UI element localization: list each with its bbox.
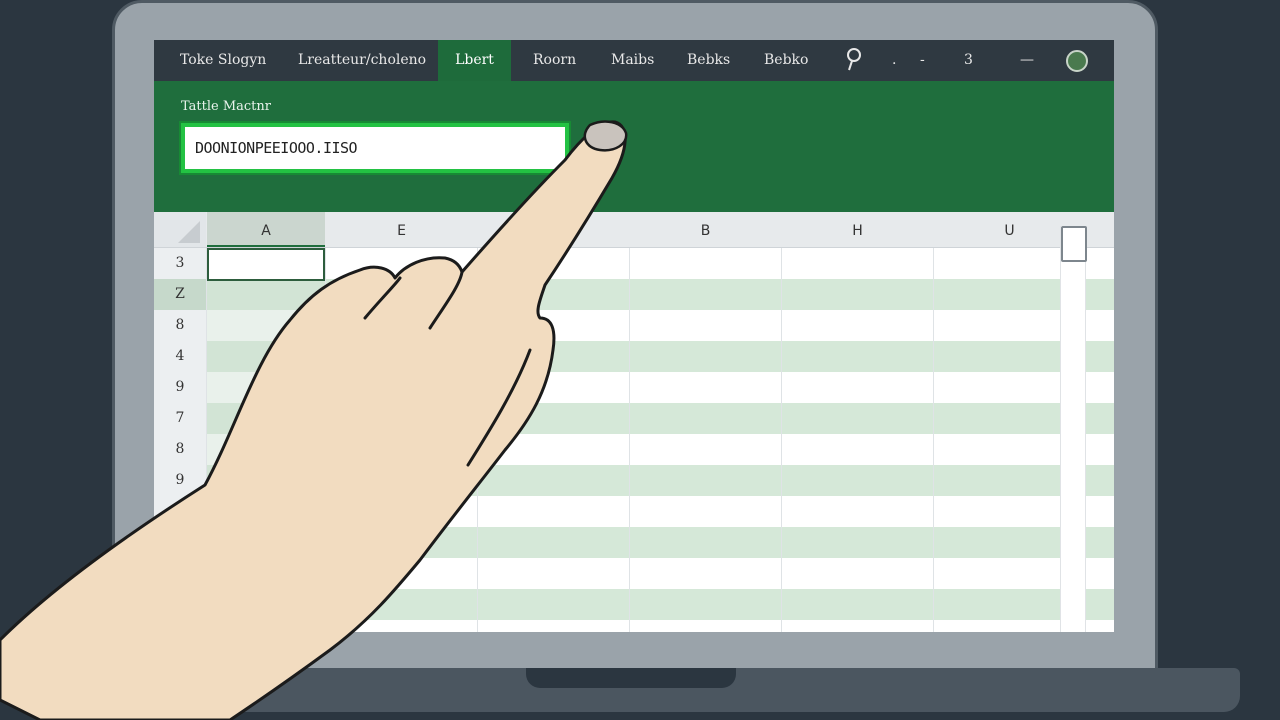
row-number[interactable]: 3 xyxy=(154,248,206,279)
nav-item-maibs[interactable]: Maibs xyxy=(611,40,654,81)
laptop-screen: Toke Slogyn Lreatteur/choleno Lbert Roor… xyxy=(154,40,1114,632)
top-navigation-bar: Toke Slogyn Lreatteur/choleno Lbert Roor… xyxy=(154,40,1114,81)
grid-line xyxy=(629,248,630,632)
nav-item-lbert[interactable]: Lbert xyxy=(438,40,511,81)
row-number[interactable] xyxy=(154,589,206,620)
ribbon-label: Tattle Mactnr xyxy=(181,99,271,114)
row-number[interactable]: 8 xyxy=(154,310,206,341)
nav-item-toke-slogyn[interactable]: Toke Slogyn xyxy=(180,40,266,81)
nav-item-bebks[interactable]: Bebks xyxy=(687,40,730,81)
collapse-control[interactable]: — xyxy=(1020,40,1034,81)
column-header-h[interactable]: H xyxy=(782,212,933,247)
row-number[interactable]: 4 xyxy=(154,341,206,372)
avatar[interactable] xyxy=(1066,50,1088,72)
row-number[interactable]: 7 xyxy=(154,403,206,434)
row-number[interactable] xyxy=(154,496,206,527)
grid-line xyxy=(933,248,934,632)
row-number[interactable]: Z xyxy=(154,279,206,310)
grid-line xyxy=(781,248,782,632)
selected-column-highlight xyxy=(207,281,325,596)
formula-input[interactable]: DOONIONPEEIOOO.IISO xyxy=(181,123,569,173)
search-icon[interactable] xyxy=(844,40,864,79)
column-header-e[interactable]: E xyxy=(326,212,477,247)
row-number[interactable] xyxy=(154,527,206,558)
column-header-row: A E B H U xyxy=(154,212,1114,248)
scrollbar-thumb[interactable] xyxy=(1061,226,1087,262)
vertical-scrollbar[interactable] xyxy=(1060,226,1087,632)
column-header-a[interactable]: A xyxy=(207,212,325,247)
nav-item-bebko[interactable]: Bebko xyxy=(764,40,808,81)
minimize-control[interactable]: - xyxy=(920,40,925,81)
row-number[interactable]: 9 xyxy=(154,465,206,496)
dot-indicator: . xyxy=(892,52,897,68)
column-header-blank[interactable] xyxy=(478,212,629,247)
row-number[interactable]: 9 xyxy=(154,372,206,403)
select-all-corner[interactable] xyxy=(154,212,206,247)
row-number[interactable]: 8 xyxy=(154,434,206,465)
column-header-b[interactable]: B xyxy=(630,212,781,247)
laptop-notch xyxy=(526,668,736,688)
count-badge: 3 xyxy=(964,52,973,68)
grid-line xyxy=(325,248,326,632)
nav-item-roorn[interactable]: Roorn xyxy=(533,40,576,81)
row-number[interactable] xyxy=(154,558,206,589)
active-cell[interactable] xyxy=(207,248,325,281)
spreadsheet-grid: A E B H U 3 Z 8 4 9 7 8 9 xyxy=(154,212,1114,632)
nav-item-creatteur[interactable]: Lreatteur/choleno xyxy=(298,40,426,81)
grid-line xyxy=(477,248,478,632)
